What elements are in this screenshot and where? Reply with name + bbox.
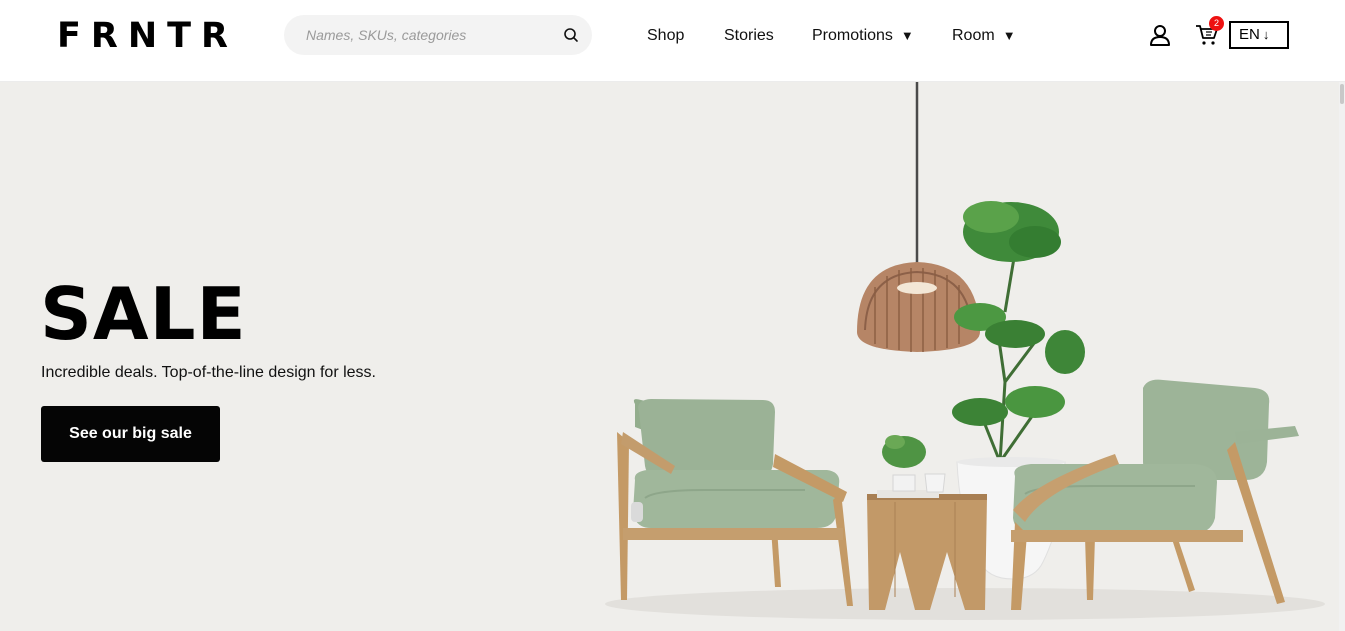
nav-promotions-label: Promotions	[812, 27, 893, 44]
nav-promotions[interactable]: Promotions ▼	[812, 26, 914, 46]
left-armchair-image	[617, 399, 853, 606]
nav-room-label: Room	[952, 27, 995, 44]
user-icon[interactable]	[1148, 23, 1172, 47]
scrollbar-thumb[interactable]	[1340, 84, 1344, 104]
furniture-illustration	[605, 82, 1325, 620]
logo[interactable]: FRNTR	[57, 16, 238, 56]
see-sale-button[interactable]: See our big sale	[41, 406, 220, 462]
nav-room[interactable]: Room ▼	[952, 26, 1016, 46]
search-icon[interactable]	[563, 27, 579, 43]
caret-down-icon: ▼	[1002, 28, 1016, 43]
nav-stories[interactable]: Stories	[724, 26, 774, 46]
search-input[interactable]	[306, 25, 556, 45]
caret-down-icon: ▼	[900, 28, 914, 43]
hero-title: SALE	[40, 272, 247, 356]
nav-shop[interactable]: Shop	[647, 26, 684, 46]
scrollbar-track[interactable]	[1339, 82, 1345, 631]
site-header: FRNTR Shop Stories Promotions ▼ Room ▼ 2 E…	[0, 0, 1345, 82]
cart-count-badge: 2	[1209, 16, 1224, 31]
hero-banner: SALE Incredible deals. Top-of-the-line d…	[0, 82, 1345, 631]
search-bar	[284, 15, 592, 55]
language-selector[interactable]: EN ↓	[1229, 21, 1289, 49]
arrow-down-icon: ↓	[1262, 27, 1270, 42]
hero-subtitle: Incredible deals. Top-of-the-line design…	[41, 364, 376, 381]
language-label: EN	[1239, 26, 1260, 43]
